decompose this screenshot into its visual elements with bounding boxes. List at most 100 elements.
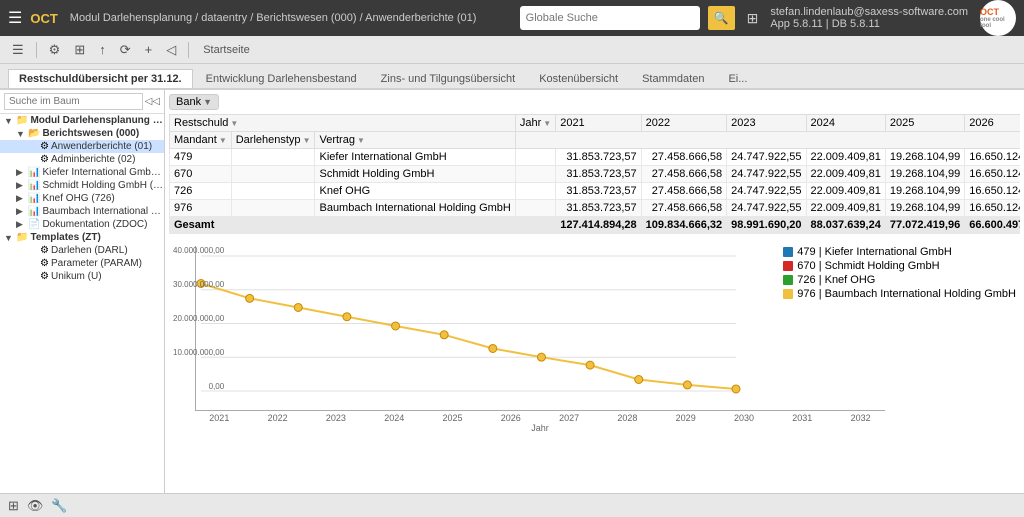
sidebar-item-4[interactable]: ▶📊Kiefer International GmbH (479... — [0, 166, 164, 179]
filter-restschuld-btn[interactable]: ▼ — [230, 119, 238, 128]
legend-color — [783, 261, 793, 271]
filter-dropdown-icon: ▼ — [203, 97, 212, 107]
toolbar-separator-1 — [36, 42, 37, 58]
app-title: OCT — [30, 11, 57, 26]
th-2025: 2025 — [885, 115, 964, 132]
table-header-row-1: Restschuld ▼ Jahr ▼ 2021 — [170, 115, 1021, 132]
filter-mandant-btn[interactable]: ▼ — [219, 136, 227, 145]
th-empty — [515, 132, 1020, 149]
toolbar-back-icon[interactable]: ◁ — [162, 40, 180, 60]
x-tick-2027: 2027 — [545, 413, 594, 423]
table-total-row: Gesamt127.414.894,28109.834.666,3298.991… — [170, 217, 1021, 234]
data-table: Restschuld ▼ Jahr ▼ 2021 — [169, 114, 1020, 234]
table-row[interactable]: 976Baumbach International Holding GmbH31… — [170, 200, 1021, 217]
legend-color — [783, 247, 793, 257]
sidebar-item-8[interactable]: ▶📄Dokumentation (ZDOC) — [0, 218, 164, 231]
sidebar-item-5[interactable]: ▶📊Schmidt Holding GmbH (670) — [0, 179, 164, 192]
legend-label: 479 | Kiefer International GmbH — [797, 246, 952, 258]
x-axis-label: Jahr — [195, 423, 885, 433]
tab-ei[interactable]: Ei... — [717, 69, 758, 88]
legend-item: 726 | Knef OHG — [783, 274, 1016, 286]
sidebar-item-10[interactable]: ⚙Darlehen (DARL) — [0, 244, 164, 257]
tree-icon-10: ⚙ — [40, 245, 49, 256]
tab-entwicklung[interactable]: Entwicklung Darlehensbestand — [195, 69, 368, 88]
statusbar-tools-button[interactable]: 🔧 — [51, 498, 67, 514]
tree-arrow-4: ▶ — [16, 167, 26, 178]
tree-arrow-8: ▶ — [16, 219, 26, 230]
statusbar-eye-button[interactable]: 👁 — [27, 498, 44, 514]
sidebar-item-2[interactable]: ⚙Anwenderberichte (01) — [0, 140, 164, 153]
tab-zins-tilgung[interactable]: Zins- und Tilgungsübersicht — [370, 69, 527, 88]
filter-vertrag-btn[interactable]: ▼ — [357, 136, 365, 145]
tree-label-12: Unikum (U) — [51, 271, 102, 282]
tree-icon-11: ⚙ — [40, 258, 49, 269]
table-row[interactable]: 726Knef OHG31.853.723,5727.458.666,5824.… — [170, 183, 1021, 200]
sidebar-item-3[interactable]: ⚙Adminberichte (02) — [0, 153, 164, 166]
sidebar-tree: ▼📁Modul Darlehensplanung (Modu...▼📂Beric… — [0, 114, 164, 283]
tree-arrow-5: ▶ — [16, 180, 26, 191]
home-button[interactable]: Startseite — [197, 42, 255, 58]
breadcrumb: Modul Darlehensplanung / dataentry / Ber… — [70, 12, 512, 24]
tree-label-2: Anwenderberichte (01) — [51, 141, 152, 152]
tree-icon-7: 📊 — [28, 206, 40, 217]
toolbar-table-icon[interactable]: ⊞ — [70, 40, 89, 60]
hamburger-icon[interactable]: ☰ — [8, 8, 22, 28]
main-layout: ◁◁ ▼📁Modul Darlehensplanung (Modu...▼📂Be… — [0, 90, 1024, 493]
filter-bank-label: Bank — [176, 96, 201, 108]
toolbar-menu-icon[interactable]: ☰ — [8, 40, 28, 60]
toolbar-add-icon[interactable]: + — [141, 40, 157, 59]
tab-kostenübersicht[interactable]: Kostenübersicht — [528, 69, 629, 88]
sidebar-collapse-button[interactable]: ◁◁ — [145, 96, 160, 107]
sidebar-item-1[interactable]: ▼📂Berichtswesen (000) — [0, 127, 164, 140]
tree-arrow-6: ▶ — [16, 193, 26, 204]
tree-label-3: Adminberichte (02) — [51, 154, 135, 165]
search-button[interactable]: 🔍 — [708, 6, 735, 30]
chart-area: 40.000.000,00 30.000.000,00 20.000.000,0… — [165, 238, 1024, 493]
th-2022: 2022 — [641, 115, 726, 132]
tree-icon-8: 📄 — [28, 219, 40, 230]
th-restschuld: Restschuld ▼ — [170, 115, 516, 132]
global-search-input[interactable] — [526, 12, 676, 24]
sidebar-item-0[interactable]: ▼📁Modul Darlehensplanung (Modu... — [0, 114, 164, 127]
grid-icon[interactable]: ⊞ — [747, 10, 759, 27]
tree-arrow-7: ▶ — [16, 206, 26, 217]
sidebar-search-input[interactable] — [4, 93, 143, 110]
table-row[interactable]: 670Schmidt Holding GmbH31.853.723,5727.4… — [170, 166, 1021, 183]
toolbar-history-icon[interactable]: ⟳ — [116, 40, 135, 60]
user-info: stefan.lindenlaub@saxess-software.com Ap… — [770, 6, 968, 30]
sidebar-item-12[interactable]: ⚙Unikum (U) — [0, 270, 164, 283]
legend-item: 976 | Baumbach International Holding Gmb… — [783, 288, 1016, 300]
x-axis-labels: 2021202220232024202520262027202820292030… — [195, 413, 885, 423]
table-header-row-2: Mandant ▼ Darlehenstyp ▼ — [170, 132, 1021, 149]
tree-icon-6: 📊 — [28, 193, 40, 204]
legend-label: 726 | Knef OHG — [797, 274, 875, 286]
tree-icon-4: 📊 — [28, 167, 40, 178]
legend-item: 670 | Schmidt Holding GmbH — [783, 260, 1016, 272]
toolbar-settings-icon[interactable]: ⚙ — [45, 40, 65, 60]
tree-icon-12: ⚙ — [40, 271, 49, 282]
y-tick-30m: 30.000.000,00 — [173, 280, 224, 289]
table-row[interactable]: 479Kiefer International GmbH31.853.723,5… — [170, 149, 1021, 166]
filter-darlehenstyp-btn[interactable]: ▼ — [303, 136, 311, 145]
sidebar-item-9[interactable]: ▼📁Templates (ZT) — [0, 231, 164, 244]
th-jahr: Jahr ▼ — [515, 115, 555, 132]
tree-icon-1: 📂 — [28, 128, 40, 139]
filter-jahr-btn[interactable]: ▼ — [543, 119, 551, 128]
logo: OCT one cool tool — [976, 0, 1016, 36]
tab-stammdaten[interactable]: Stammdaten — [631, 69, 715, 88]
x-tick-2030: 2030 — [720, 413, 769, 423]
sidebar-item-11[interactable]: ⚙Parameter (PARAM) — [0, 257, 164, 270]
table-body: 479Kiefer International GmbH31.853.723,5… — [170, 149, 1021, 234]
sidebar-item-7[interactable]: ▶📊Baumbach International Holdin... — [0, 205, 164, 218]
toolbar-export-icon[interactable]: ↑ — [95, 40, 110, 59]
logo-circle: OCT one cool tool — [980, 0, 1016, 36]
filter-bank-tag[interactable]: Bank ▼ — [169, 94, 219, 110]
statusbar-grid-button[interactable]: ⊞ — [8, 498, 19, 514]
x-tick-2032: 2032 — [836, 413, 885, 423]
sidebar-item-6[interactable]: ▶📊Knef OHG (726) — [0, 192, 164, 205]
tab-restschuld[interactable]: Restschuldübersicht per 31.12. — [8, 69, 193, 88]
chart-legend: 479 | Kiefer International GmbH 670 | Sch… — [783, 246, 1016, 302]
sidebar: ◁◁ ▼📁Modul Darlehensplanung (Modu...▼📂Be… — [0, 90, 165, 493]
tree-arrow-9: ▼ — [4, 233, 14, 243]
table-area: Bank ▼ Restschuld ▼ — [165, 90, 1024, 238]
